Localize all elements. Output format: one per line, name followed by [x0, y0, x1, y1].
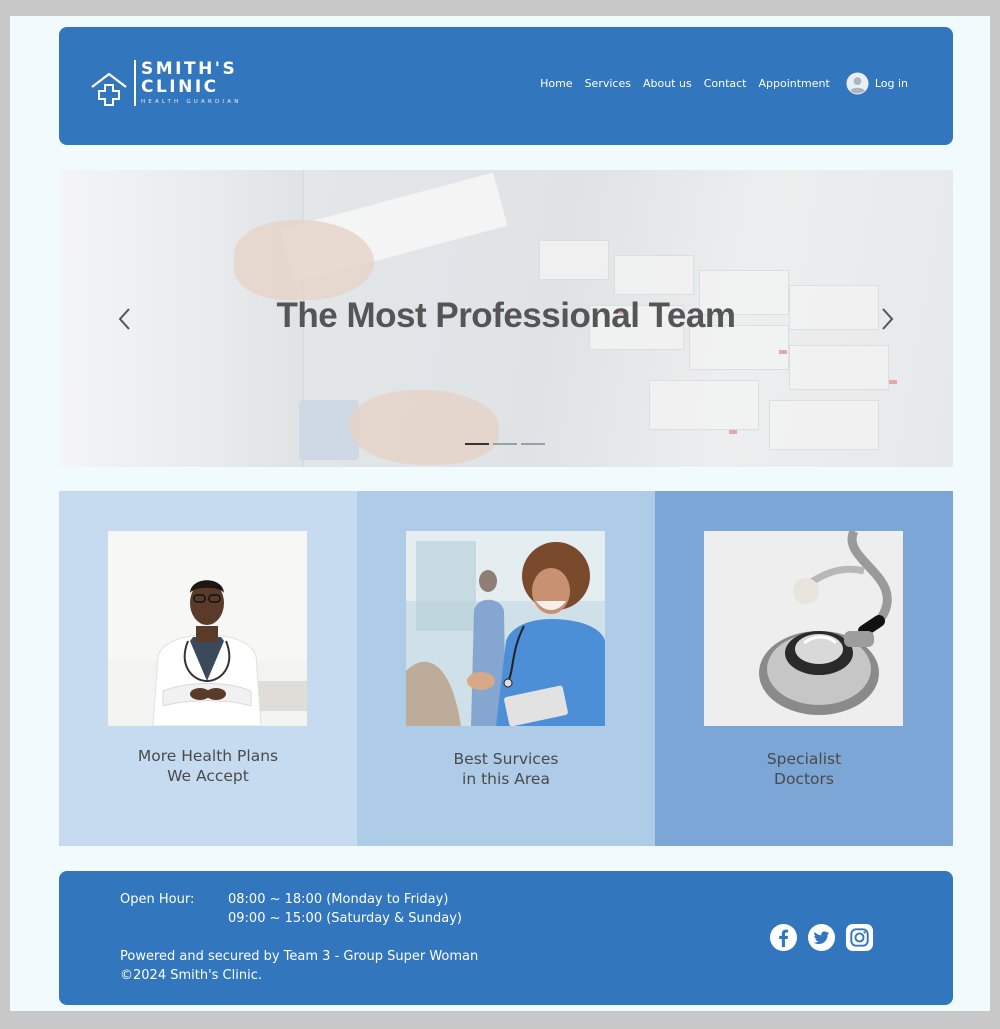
doctor-illustration: [108, 531, 307, 726]
feature-cards: More Health Plans We Accept Best Survice…: [59, 491, 953, 846]
hours-lines: 08:00 ~ 18:00 (Monday to Friday) 09:00 ~…: [228, 890, 462, 928]
hero-title: The Most Professional Team: [276, 296, 736, 335]
card-specialist-doctors[interactable]: Specialist Doctors: [655, 491, 953, 846]
footer-credits: Powered and secured by Team 3 - Group Su…: [120, 947, 478, 985]
carousel-indicators: [465, 443, 549, 445]
twitter-icon[interactable]: [807, 923, 836, 952]
card-label-line2: Doctors: [774, 770, 834, 788]
copyright-text: ©2024 Smith's Clinic.: [120, 968, 262, 983]
medical-cross-house-icon: [91, 72, 127, 106]
card-label-line1: Best Survices: [453, 750, 559, 768]
site-footer: Open Hour: 08:00 ~ 18:00 (Monday to Frid…: [59, 871, 953, 1005]
login-label: Log in: [874, 77, 908, 90]
nurse-illustration: [406, 531, 605, 726]
card-label-line2: in this Area: [462, 770, 550, 788]
user-avatar-icon: [846, 72, 869, 95]
card-image-doctor: [108, 531, 307, 726]
card-label-line1: More Health Plans: [137, 747, 279, 765]
nav-contact[interactable]: Contact: [704, 77, 747, 90]
card-label-health-plans: More Health Plans We Accept: [59, 746, 357, 786]
facebook-icon[interactable]: [769, 923, 798, 952]
login-button[interactable]: Log in: [846, 72, 908, 95]
nav-services[interactable]: Services: [585, 77, 631, 90]
brand-tagline: HEALTH GUARDIAN: [141, 99, 242, 105]
card-label-line1: Specialist: [766, 750, 842, 768]
hero-image-medicine-shelf: [479, 230, 953, 467]
card-health-plans[interactable]: More Health Plans We Accept: [59, 491, 357, 846]
hero-carousel: The Most Professional Team: [59, 170, 953, 467]
hours-label: Open Hour:: [120, 892, 195, 907]
brand-name: SMITH'S CLINIC HEALTH GUARDIAN: [141, 60, 242, 105]
main-nav: Home Services About us Contact Appointme…: [528, 72, 908, 95]
social-links: [769, 923, 883, 952]
hours-weekend: 09:00 ~ 15:00 (Saturday & Sunday): [228, 911, 462, 926]
hours-weekday: 08:00 ~ 18:00 (Monday to Friday): [228, 892, 449, 907]
card-best-services[interactable]: Best Survices in this Area: [357, 491, 655, 846]
brand-name-line2: CLINIC: [141, 77, 219, 97]
powered-by-text: Powered and secured by Team 3 - Group Su…: [120, 949, 479, 964]
carousel-dot-2[interactable]: [493, 443, 517, 445]
card-image-stethoscope: [704, 531, 903, 726]
instagram-icon[interactable]: [845, 923, 874, 952]
card-label-best-services: Best Survices in this Area: [357, 749, 655, 789]
nav-about-us[interactable]: About us: [643, 77, 692, 90]
card-label-specialist-doctors: Specialist Doctors: [655, 749, 953, 789]
card-label-line2: We Accept: [167, 767, 249, 785]
logo-divider: [134, 60, 136, 106]
hero-image-hand: [234, 220, 374, 300]
page: SMITH'S CLINIC HEALTH GUARDIAN Home Serv…: [10, 16, 990, 1011]
nav-home[interactable]: Home: [540, 77, 572, 90]
nav-appointment[interactable]: Appointment: [759, 77, 830, 90]
chevron-right-icon[interactable]: [877, 305, 897, 333]
hero-image-hand-reaching: [349, 390, 499, 465]
chevron-left-icon[interactable]: [115, 305, 135, 333]
stethoscope-illustration: [704, 531, 903, 726]
card-image-nurse: [406, 531, 605, 726]
carousel-dot-1[interactable]: [465, 443, 489, 445]
brand-logo[interactable]: SMITH'S CLINIC HEALTH GUARDIAN: [89, 60, 242, 110]
brand-name-line1: SMITH'S: [141, 59, 238, 79]
carousel-dot-3[interactable]: [521, 443, 545, 445]
site-header: SMITH'S CLINIC HEALTH GUARDIAN Home Serv…: [59, 27, 953, 145]
